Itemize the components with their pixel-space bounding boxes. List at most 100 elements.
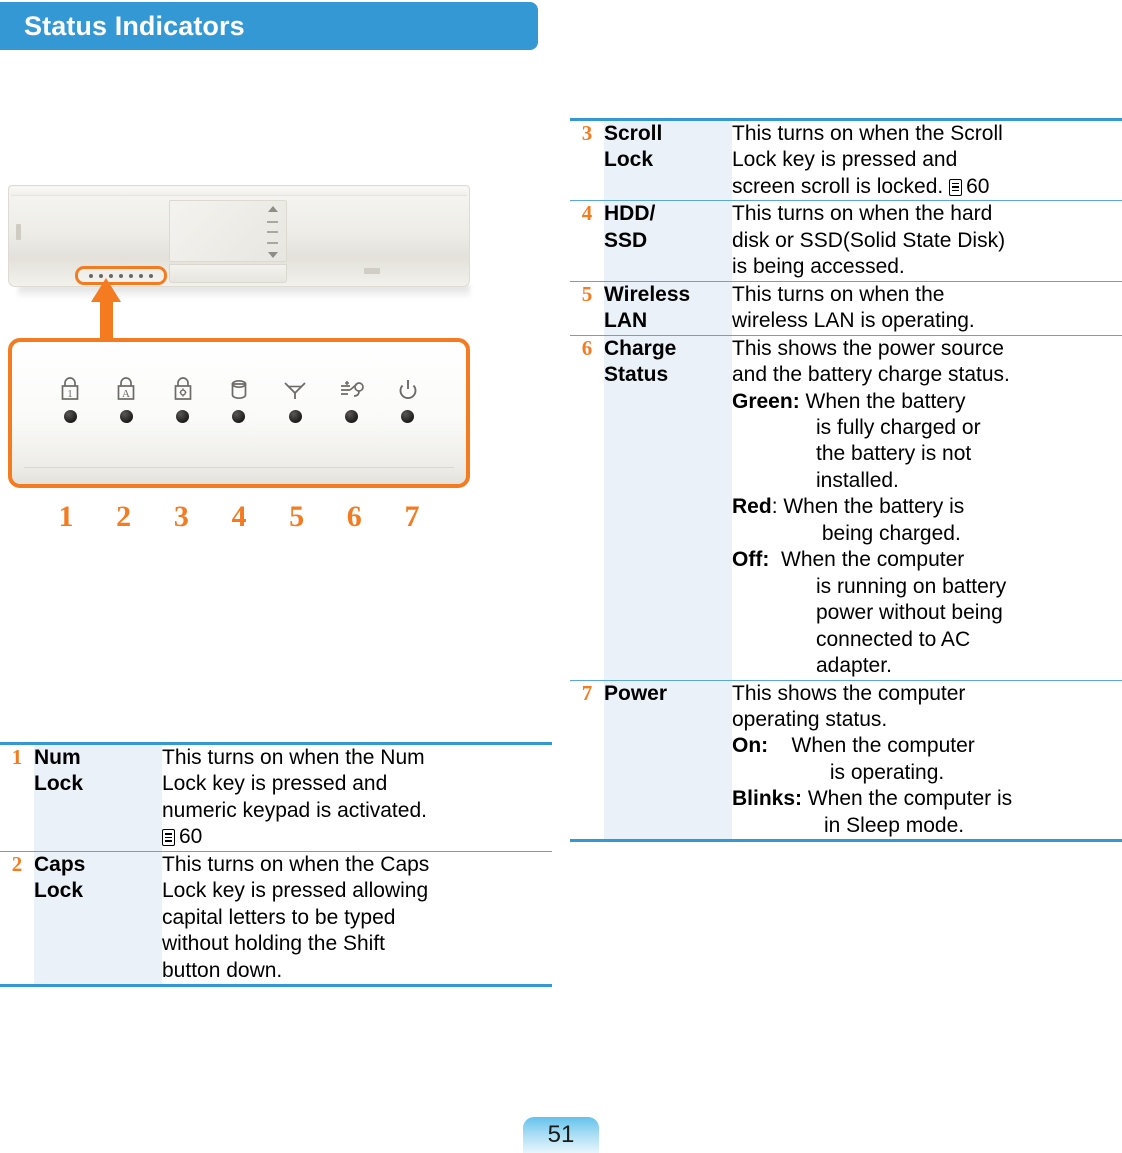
state-text: in Sleep mode.: [824, 813, 965, 837]
callout-number: 1: [58, 500, 74, 533]
brand-mark: [364, 268, 380, 274]
row-label: Charge Status: [604, 334, 732, 681]
led-small: [99, 273, 103, 278]
led-dot: [119, 410, 133, 423]
wireless-antenna-icon: [281, 374, 309, 404]
led-item-charge-status: [326, 374, 378, 423]
hdd-cylinder-icon: [226, 374, 252, 404]
row-label: Power: [604, 679, 732, 841]
scrolllock-padlock-icon: [170, 374, 196, 404]
touchpad-button: [169, 264, 287, 283]
laptop-front-photo: [8, 185, 470, 299]
state-separator: :: [771, 495, 784, 519]
led-small: [109, 273, 113, 278]
led-small: [139, 273, 143, 278]
state-text: adapter.: [816, 654, 892, 678]
page-reference: 60: [162, 824, 552, 850]
state-text: When the computer: [791, 734, 975, 758]
desc-line: is being accessed.: [732, 255, 905, 279]
led-item-power: [382, 374, 434, 423]
table-row: 2 Caps Lock This turns on when the Caps …: [0, 850, 552, 986]
state-line: On: When the computer: [732, 733, 1122, 759]
state-line: Blinks: When the computer is: [732, 786, 1122, 812]
desc-line: and the battery charge status.: [732, 363, 1010, 387]
status-indicator-table-right: 3 Scroll Lock This turns on when the Scr…: [570, 117, 1122, 843]
led-item-scrolllock: [157, 374, 209, 423]
state-text: connected to AC: [816, 627, 971, 651]
row-description: This turns on when the Num Lock key is p…: [162, 742, 552, 852]
desc-line: This shows the power source: [732, 336, 1004, 360]
desc-line: button down.: [162, 958, 283, 982]
page-number: 51: [547, 1121, 575, 1148]
led-panel-zoomed: 1 A: [8, 338, 470, 488]
page-number-badge: 51: [523, 1117, 599, 1153]
laptop-side-port: [16, 224, 21, 240]
power-icon: [395, 374, 421, 404]
state-text: is fully charged or: [816, 415, 981, 439]
callout-number: 7: [404, 500, 420, 533]
led-small: [129, 273, 133, 278]
state-line: Off: When the computer: [732, 547, 1122, 573]
state-text: When the battery: [805, 389, 966, 413]
desc-line: Lock key is pressed and: [732, 148, 958, 172]
led-strip-highlight: [75, 266, 167, 285]
desc-line-with-reference: screen scroll is locked. 60: [732, 174, 1122, 200]
table-row: 5 Wireless LAN This turns on when the wi…: [570, 280, 1122, 336]
callout-number: 4: [231, 500, 247, 533]
row-number: 7: [570, 679, 604, 841]
table-row: 1 Num Lock This turns on when the Num Lo…: [0, 742, 552, 852]
table-row: 6 Charge Status This shows the power sou…: [570, 334, 1122, 681]
laptop-body: [8, 185, 470, 287]
desc-line: This turns on when the Caps: [162, 852, 430, 876]
desc-line: Lock key is pressed and: [162, 772, 388, 796]
led-item-numlock: 1: [44, 374, 96, 423]
status-indicator-illustration: 1 A 1 2 3 4 5 6 7: [0, 170, 500, 550]
page-title: Status Indicators: [24, 10, 245, 41]
led-item-capslock: A: [100, 374, 152, 423]
state-line: Red: When the battery is: [732, 494, 1122, 520]
charge-plug-icon: [337, 374, 367, 404]
row-number: 1: [0, 742, 34, 852]
desc-line: This turns on when the Num: [162, 746, 425, 769]
desc-line: disk or SSD(Solid State Disk): [732, 228, 1006, 252]
state-text: is operating.: [824, 760, 945, 784]
page-reference-number: 60: [966, 174, 990, 198]
numlock-padlock-icon: 1: [57, 374, 83, 404]
status-indicator-table-left: 1 Num Lock This turns on when the Num Lo…: [0, 742, 552, 988]
callout-number: 3: [173, 500, 189, 533]
page-reference-number: 60: [179, 825, 203, 849]
desc-line: operating status.: [732, 707, 888, 731]
row-number: 6: [570, 334, 604, 681]
scroll-line: [267, 220, 278, 223]
table-bottom-rule: [0, 984, 552, 988]
touchpad-scroll-zone: [266, 206, 279, 258]
desc-line: wireless LAN is operating.: [732, 309, 975, 333]
led-dot: [345, 410, 359, 423]
led-dot: [288, 410, 302, 423]
row-label: Num Lock: [34, 742, 162, 852]
row-label: Caps Lock: [34, 850, 162, 986]
callout-number-row: 1 2 3 4 5 6 7: [8, 500, 470, 540]
state-text: When the computer: [781, 548, 965, 572]
led-item-wireless-lan: [269, 374, 321, 423]
row-description: This turns on when the Caps Lock key is …: [162, 850, 552, 986]
state-text: the battery is not: [816, 442, 972, 466]
desc-line: This turns on when the Scroll: [732, 122, 1003, 145]
scroll-up-arrow-icon: [267, 206, 278, 212]
state-key: Blinks:: [732, 787, 803, 811]
led-small: [149, 273, 153, 278]
row-number: 4: [570, 200, 604, 282]
scroll-line: [267, 231, 278, 233]
desc-line: capital letters to be typed: [162, 905, 396, 929]
state-text: is running on battery: [816, 574, 1007, 598]
callout-number: 2: [116, 500, 132, 533]
desc-line: This turns on when the: [732, 282, 945, 306]
scroll-line: [267, 241, 278, 244]
desc-line: This turns on when the hard: [732, 202, 993, 226]
row-description: This turns on when the wireless LAN is o…: [732, 280, 1122, 336]
state-key: On:: [732, 734, 769, 758]
row-description: This shows the power source and the batt…: [732, 334, 1122, 681]
laptop-shadow: [18, 285, 470, 299]
svg-text:A: A: [122, 388, 130, 400]
table-row: 7 Power This shows the computer operatin…: [570, 679, 1122, 841]
